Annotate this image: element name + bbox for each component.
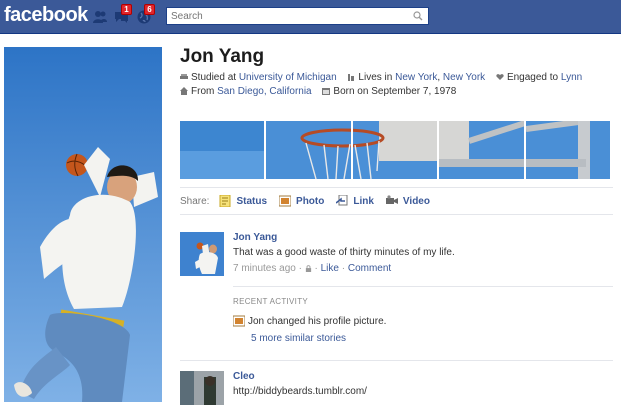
profile-name: Jon Yang [180,46,265,67]
share-video-button[interactable]: Video [385,195,430,207]
share-option-label: Video [402,195,430,207]
hometown-link[interactable]: San Diego, California [217,86,312,97]
calendar-icon [322,88,331,95]
divider [233,286,613,287]
feed-story: Cleo http://biddybeards.tumblr.com/ [180,371,613,405]
divider [180,360,613,361]
messages-jewel[interactable]: 1 [113,4,132,25]
top-bar: facebook 1 6 [0,0,621,34]
studied-prefix: Studied at [191,72,237,83]
story-meta: 7 minutes ago · · Like · Comment [233,263,392,274]
recent-photo[interactable] [266,121,351,179]
recent-photo[interactable] [525,121,611,179]
location-icon [348,74,355,81]
search-box[interactable] [166,7,429,25]
from-prefix: From [191,86,215,97]
story-text: That was a good waste of thirty minutes … [233,247,455,258]
facebook-logo[interactable]: facebook [4,4,88,27]
recent-activity-text: Jon changed his profile picture. [248,315,387,327]
recent-photo[interactable] [439,121,524,179]
profile-picture-icon [233,315,245,327]
share-label: Share: [180,195,210,207]
engaged-prefix: Engaged to [506,72,559,83]
share-bar: Share: Status Photo Link Video [180,195,442,207]
city-link[interactable]: New York [395,72,437,83]
profile-info-line-1: Studied at University of Michigan Lives … [180,72,582,83]
education-icon [180,74,188,79]
school-link[interactable]: University of Michigan [239,72,337,83]
comment-link[interactable]: Comment [348,263,391,274]
share-status-button[interactable]: Status [219,195,267,207]
story-timestamp[interactable]: 7 minutes ago [233,263,296,274]
story-author-link[interactable]: Jon Yang [233,232,277,243]
messages-count-badge: 1 [121,4,132,15]
profile-photo-image [4,47,162,402]
divider [180,214,613,215]
lock-icon [305,265,311,272]
share-option-label: Photo [296,195,325,207]
story-author-link[interactable]: Cleo [233,371,255,382]
birthday-text: Born on September 7, 1978 [333,86,457,97]
lives-prefix: Lives in [358,72,393,83]
state-link[interactable]: New York [443,72,485,83]
divider [180,187,613,188]
more-similar-stories-link[interactable]: 5 more similar stories [251,333,346,344]
heart-icon [496,74,504,80]
story-link[interactable]: http://biddybeards.tumblr.com/ [233,386,367,397]
profile-picture[interactable] [4,47,162,402]
share-link-button[interactable]: Link [336,195,374,207]
author-thumbnail[interactable] [180,232,224,276]
friends-icon [93,11,107,23]
notifications-count-badge: 6 [144,4,155,15]
feed-story: Jon Yang That was a good waste of thirty… [180,232,613,276]
share-photo-button[interactable]: Photo [279,195,324,207]
recent-photos-strip [180,121,611,179]
recent-activity-heading: RECENT ACTIVITY [233,297,309,306]
photo-icon [279,195,292,207]
home-icon [180,87,188,95]
like-link[interactable]: Like [321,263,339,274]
search-icon[interactable] [413,11,423,21]
recent-photo[interactable] [352,121,438,179]
status-icon [219,195,231,207]
share-option-label: Link [353,195,374,207]
recent-activity-item: Jon changed his profile picture. [233,315,386,327]
share-option-label: Status [236,195,268,207]
profile-info-line-2: From San Diego, California Born on Septe… [180,86,456,97]
recent-photo[interactable] [180,121,265,179]
video-icon [385,195,398,204]
author-thumbnail[interactable] [180,371,224,405]
partner-link[interactable]: Lynn [561,72,582,83]
friend-requests-jewel[interactable] [92,9,108,25]
notifications-jewel[interactable]: 6 [136,4,155,25]
search-input[interactable] [167,8,407,24]
link-icon [336,195,348,206]
